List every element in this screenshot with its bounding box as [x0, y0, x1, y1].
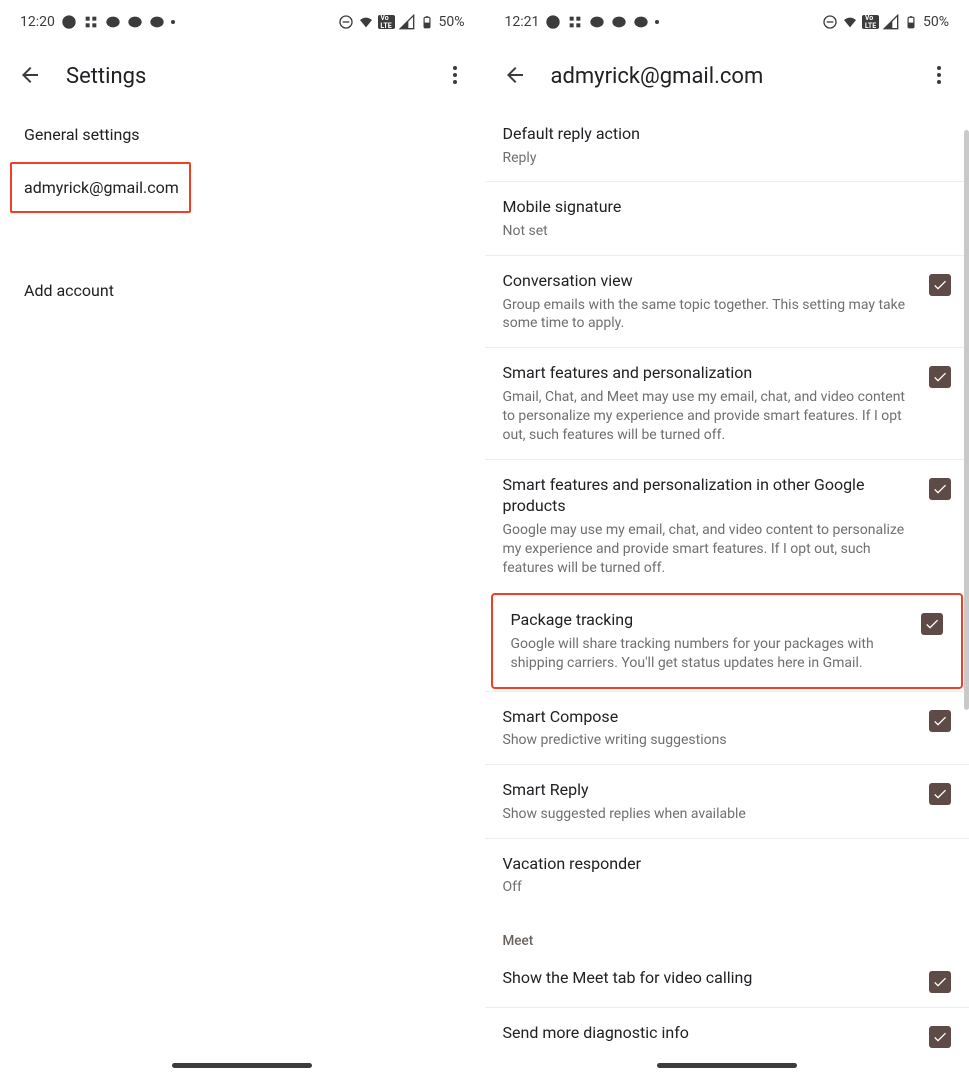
setting-title: Smart Reply [503, 779, 918, 801]
section-meet-label: Meet [485, 911, 969, 953]
back-icon[interactable] [503, 63, 527, 91]
discord-icon [611, 14, 627, 30]
checkbox-checked[interactable] [929, 366, 951, 388]
setting-vacation-responder[interactable]: Vacation responder Off [485, 838, 969, 911]
signal-icon [883, 14, 899, 30]
signal-icon [399, 14, 415, 30]
checkbox-checked[interactable] [929, 783, 951, 805]
app-bar: Settings [0, 44, 485, 109]
setting-title: Package tracking [511, 609, 910, 631]
checkbox-checked[interactable] [929, 710, 951, 732]
scrollbar[interactable] [964, 130, 969, 710]
more-notifications-icon [655, 20, 659, 24]
checkbox-checked[interactable] [929, 274, 951, 296]
setting-default-reply[interactable]: Default reply action Reply [485, 109, 969, 181]
discord-icon [633, 14, 649, 30]
battery-percent: 50% [439, 14, 465, 30]
back-icon[interactable] [18, 63, 42, 91]
messenger-icon [61, 14, 77, 30]
app-bar: admyrick@gmail.com [485, 44, 969, 109]
setting-title: Mobile signature [503, 196, 952, 218]
slack-icon [567, 14, 583, 30]
setting-sub: Google may use my email, chat, and video… [503, 521, 918, 578]
menu-account-email[interactable]: admyrick@gmail.com [10, 162, 191, 213]
setting-sub: Google will share tracking numbers for y… [511, 635, 910, 673]
setting-title: Smart Compose [503, 706, 918, 728]
page-title: Settings [66, 64, 419, 89]
overflow-icon[interactable] [927, 63, 951, 91]
slack-icon [83, 14, 99, 30]
discord-icon [149, 14, 165, 30]
battery-percent: 50% [923, 14, 949, 30]
setting-sub: Show predictive writing suggestions [503, 731, 918, 750]
phone-right: 12:21 VoLTE 50% admyrick@gmail.com Defau… [485, 0, 969, 1080]
checkbox-checked[interactable] [929, 1026, 951, 1048]
phone-left: 12:20 VoLTE 50% Settings General setting… [0, 0, 485, 1080]
checkbox-checked[interactable] [929, 478, 951, 500]
discord-icon [589, 14, 605, 30]
setting-smart-compose[interactable]: Smart Compose Show predictive writing su… [485, 691, 969, 764]
setting-title: Conversation view [503, 270, 918, 292]
setting-sub: Group emails with the same topic togethe… [503, 296, 918, 334]
setting-mobile-signature[interactable]: Mobile signature Not set [485, 181, 969, 254]
status-bar: 12:20 VoLTE 50% [0, 0, 485, 44]
setting-title: Smart features and personalization [503, 362, 918, 384]
setting-package-tracking[interactable]: Package tracking Google will share track… [493, 595, 962, 686]
highlight-package-tracking: Package tracking Google will share track… [491, 593, 964, 688]
setting-diagnostic-info[interactable]: Send more diagnostic info [485, 1007, 969, 1062]
dnd-icon [822, 14, 838, 30]
setting-sub: Reply [503, 149, 952, 168]
setting-sub: Show suggested replies when available [503, 805, 918, 824]
overflow-icon[interactable] [443, 63, 467, 91]
setting-title: Smart features and personalization in ot… [503, 474, 918, 517]
clock: 12:21 [505, 14, 540, 30]
wifi-icon [358, 14, 374, 30]
more-notifications-icon [171, 20, 175, 24]
volte-icon: VoLTE [378, 15, 395, 29]
clock: 12:20 [20, 14, 55, 30]
setting-sub: Off [503, 878, 952, 897]
setting-smart-features-other[interactable]: Smart features and personalization in ot… [485, 459, 969, 592]
messenger-icon [545, 14, 561, 30]
setting-sub: Not set [503, 222, 952, 241]
setting-title: Default reply action [503, 123, 952, 145]
home-indicator[interactable] [172, 1063, 312, 1068]
menu-add-account[interactable]: Add account [0, 265, 485, 316]
checkbox-checked[interactable] [921, 613, 943, 635]
wifi-icon [842, 14, 858, 30]
dnd-icon [338, 14, 354, 30]
setting-sub: Gmail, Chat, and Meet may use my email, … [503, 388, 918, 445]
menu-general-settings[interactable]: General settings [0, 109, 485, 160]
page-title: admyrick@gmail.com [551, 64, 904, 89]
battery-icon [903, 14, 919, 30]
setting-smart-features[interactable]: Smart features and personalization Gmail… [485, 347, 969, 458]
setting-title: Vacation responder [503, 853, 952, 875]
setting-conversation-view[interactable]: Conversation view Group emails with the … [485, 255, 969, 347]
checkbox-checked[interactable] [929, 971, 951, 993]
setting-title: Show the Meet tab for video calling [503, 967, 918, 989]
battery-icon [419, 14, 435, 30]
discord-icon [127, 14, 143, 30]
home-indicator[interactable] [657, 1063, 797, 1068]
setting-meet-tab[interactable]: Show the Meet tab for video calling [485, 953, 969, 1007]
volte-icon: VoLTE [862, 15, 879, 29]
setting-title: Send more diagnostic info [503, 1022, 918, 1044]
status-bar: 12:21 VoLTE 50% [485, 0, 969, 44]
discord-icon [105, 14, 121, 30]
setting-smart-reply[interactable]: Smart Reply Show suggested replies when … [485, 764, 969, 837]
